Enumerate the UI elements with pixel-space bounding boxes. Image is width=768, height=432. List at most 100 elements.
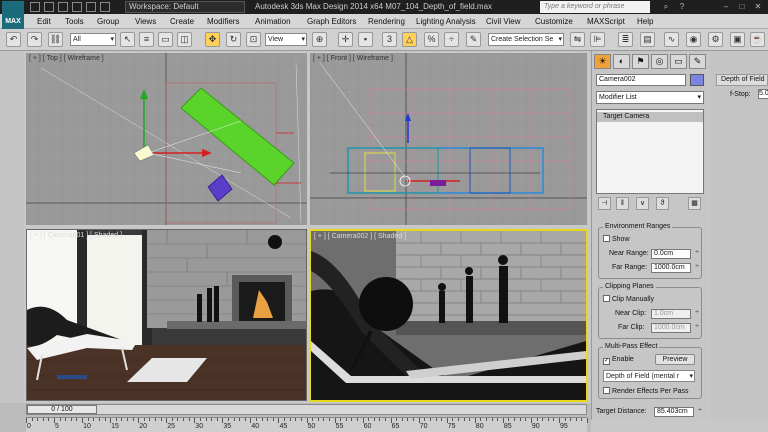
graphite-ribbon-icon[interactable]: ▤ xyxy=(640,32,655,47)
curve-editor-icon[interactable]: ∿ xyxy=(664,32,679,47)
depth-of-field-header[interactable]: Depth of Field xyxy=(716,74,768,86)
make-unique-icon[interactable]: ∨ xyxy=(636,197,649,210)
close-icon[interactable]: ✕ xyxy=(752,1,764,13)
maximize-icon[interactable]: □ xyxy=(736,1,748,13)
multipass-effect-dropdown[interactable]: Depth of Field (mental r xyxy=(603,370,695,382)
menu-rendering[interactable]: Rendering xyxy=(368,16,405,27)
display-tab-icon[interactable]: ▭ xyxy=(670,54,687,69)
far-range-spinner[interactable]: 1000.0cm xyxy=(651,263,699,273)
stack-item-target-camera[interactable]: Target Camera xyxy=(597,112,703,122)
viewport-label-front[interactable]: [ + ] [ Front ] [ Wireframe ] xyxy=(313,55,393,62)
minimize-icon[interactable]: – xyxy=(720,1,732,13)
time-slider-thumb[interactable]: 0 / 100 xyxy=(27,405,97,414)
snaps-toggle-icon[interactable]: 3 xyxy=(382,32,397,47)
align-icon[interactable]: ⊫ xyxy=(590,32,605,47)
near-clip-spinner[interactable]: 1.0cm xyxy=(651,309,699,319)
selection-filter-dropdown[interactable]: All xyxy=(70,33,116,46)
track-bar[interactable]: 0 5 10 15 20 25 30 35 40 45 50 55 60 65 70 75 80 85 90 95 xyxy=(26,417,588,432)
viewport-camera001[interactable]: [ + ] [ Camera001 ] [ Shaded ] xyxy=(26,229,307,401)
mirror-icon[interactable]: ⇋ xyxy=(570,32,585,47)
select-link-icon[interactable]: ⛓ xyxy=(48,32,63,47)
clip-manually-checkbox[interactable]: Clip Manually xyxy=(603,295,654,303)
utilities-tab-icon[interactable]: ✎ xyxy=(689,54,706,69)
menu-customize[interactable]: Customize xyxy=(535,16,573,27)
menu-tools[interactable]: Tools xyxy=(65,16,84,27)
menu-modifiers[interactable]: Modifiers xyxy=(207,16,239,27)
pin-stack-icon[interactable]: ⊣ xyxy=(598,197,611,210)
named-selection-set-dropdown[interactable]: Create Selection Se xyxy=(488,33,564,46)
menu-group[interactable]: Group xyxy=(97,16,119,27)
viewport-top[interactable]: [ + ] [ Top ] [ Wireframe ] xyxy=(26,53,307,225)
menu-maxscript[interactable]: MAXScript xyxy=(587,16,625,27)
new-file-icon[interactable] xyxy=(30,2,40,12)
select-object-icon[interactable]: ↖ xyxy=(120,32,135,47)
menu-views[interactable]: Views xyxy=(135,16,156,27)
render-effects-per-pass-checkbox[interactable]: Render Effects Per Pass xyxy=(603,387,689,395)
create-tab-icon[interactable]: ☀ xyxy=(594,54,611,69)
pivot-center-icon[interactable]: ⊕ xyxy=(312,32,327,47)
spinner-snap-icon[interactable]: ÷ xyxy=(444,32,459,47)
viewport-camera002[interactable]: [ + ] [ Camera002 ] [ Shaded ] xyxy=(309,229,588,402)
remove-modifier-icon[interactable]: ϑ xyxy=(656,197,669,210)
menu-edit[interactable]: Edit xyxy=(37,16,51,27)
help-icon[interactable]: ? xyxy=(676,1,688,13)
render-production-icon[interactable]: ☕ xyxy=(750,32,765,47)
hierarchy-tab-icon[interactable]: ⚑ xyxy=(632,54,649,69)
configure-modifier-sets-icon[interactable]: ▦ xyxy=(688,197,701,210)
near-range-spinner[interactable]: 0.0cm xyxy=(651,249,699,259)
f-stop-field[interactable]: 5.0 xyxy=(758,89,768,99)
select-and-rotate-icon[interactable]: ↻ xyxy=(226,32,241,47)
menu-animation[interactable]: Animation xyxy=(255,16,291,27)
object-color-swatch[interactable] xyxy=(690,74,704,86)
save-file-icon[interactable] xyxy=(58,2,68,12)
preview-button[interactable]: Preview xyxy=(655,354,695,365)
redo-icon[interactable] xyxy=(86,2,96,12)
percent-snap-icon[interactable]: % xyxy=(424,32,439,47)
object-name-field[interactable]: Camera002 xyxy=(596,74,686,86)
workspace-dropdown[interactable]: Workspace: Default xyxy=(125,1,245,13)
edit-named-selection-icon[interactable]: ✎ xyxy=(466,32,481,47)
reference-coordinate-dropdown[interactable]: View xyxy=(265,33,307,46)
select-and-scale-icon[interactable]: ⊡ xyxy=(246,32,261,47)
undo-icon[interactable]: ↶ xyxy=(6,32,21,47)
search-input[interactable]: Type a keyword or phrase xyxy=(540,1,650,13)
show-checkbox[interactable]: Show xyxy=(603,235,630,243)
far-clip-spinner[interactable]: 1000.0cm xyxy=(651,323,699,333)
time-slider[interactable]: 0 / 100 xyxy=(26,404,587,415)
search-icon[interactable]: ⌕ xyxy=(660,1,672,13)
target-distance-field[interactable]: 85.403cm xyxy=(654,407,702,417)
select-and-move-icon[interactable]: ✥ xyxy=(205,32,220,47)
ruler-tick xyxy=(239,418,241,421)
window-crossing-icon[interactable]: ◫ xyxy=(177,32,192,47)
layer-manager-icon[interactable]: ≣ xyxy=(618,32,633,47)
menu-create[interactable]: Create xyxy=(170,16,194,27)
enable-checkbox[interactable]: ✓ Enable xyxy=(603,356,634,365)
rendered-frame-window-icon[interactable]: ▣ xyxy=(730,32,745,47)
viewport-label-top[interactable]: [ + ] [ Top ] [ Wireframe ] xyxy=(29,55,104,62)
app-menu-button[interactable]: MAX xyxy=(2,1,24,29)
menu-civil-view[interactable]: Civil View xyxy=(486,16,521,27)
select-by-name-icon[interactable]: ≡ xyxy=(139,32,154,47)
viewport-label-camera002[interactable]: [ + ] [ Camera002 ] [ Shaded ] xyxy=(314,233,406,240)
material-editor-icon[interactable]: ◉ xyxy=(686,32,701,47)
menu-help[interactable]: Help xyxy=(637,16,653,27)
angle-snap-icon[interactable]: △ xyxy=(402,32,417,47)
manipulate-icon[interactable]: ✛ xyxy=(338,32,353,47)
region-select-icon[interactable]: ▭ xyxy=(158,32,173,47)
undo-icon[interactable] xyxy=(72,2,82,12)
modify-tab-icon[interactable]: ◐ xyxy=(613,54,630,69)
keyboard-shortcut-icon[interactable]: ▪ xyxy=(358,32,373,47)
open-file-icon[interactable] xyxy=(44,2,54,12)
show-end-result-icon[interactable]: ‖ xyxy=(616,197,629,210)
ruler-tick xyxy=(59,418,61,421)
project-folder-icon[interactable] xyxy=(100,2,110,12)
motion-tab-icon[interactable]: ◎ xyxy=(651,54,668,69)
ruler-tick-label: 85 xyxy=(503,423,512,430)
viewport-front[interactable]: [ + ] [ Front ] [ Wireframe ] xyxy=(310,53,587,225)
menu-lighting-analysis[interactable]: Lighting Analysis xyxy=(416,16,476,27)
viewport-label-camera001[interactable]: [ + ] [ Camera001 ] [ Shaded ] xyxy=(30,232,122,239)
modifier-list-dropdown[interactable]: Modifier List xyxy=(596,91,704,104)
render-setup-icon[interactable]: ⚙ xyxy=(708,32,723,47)
menu-graph-editors[interactable]: Graph Editors xyxy=(307,16,356,27)
redo-icon[interactable]: ↷ xyxy=(27,32,42,47)
